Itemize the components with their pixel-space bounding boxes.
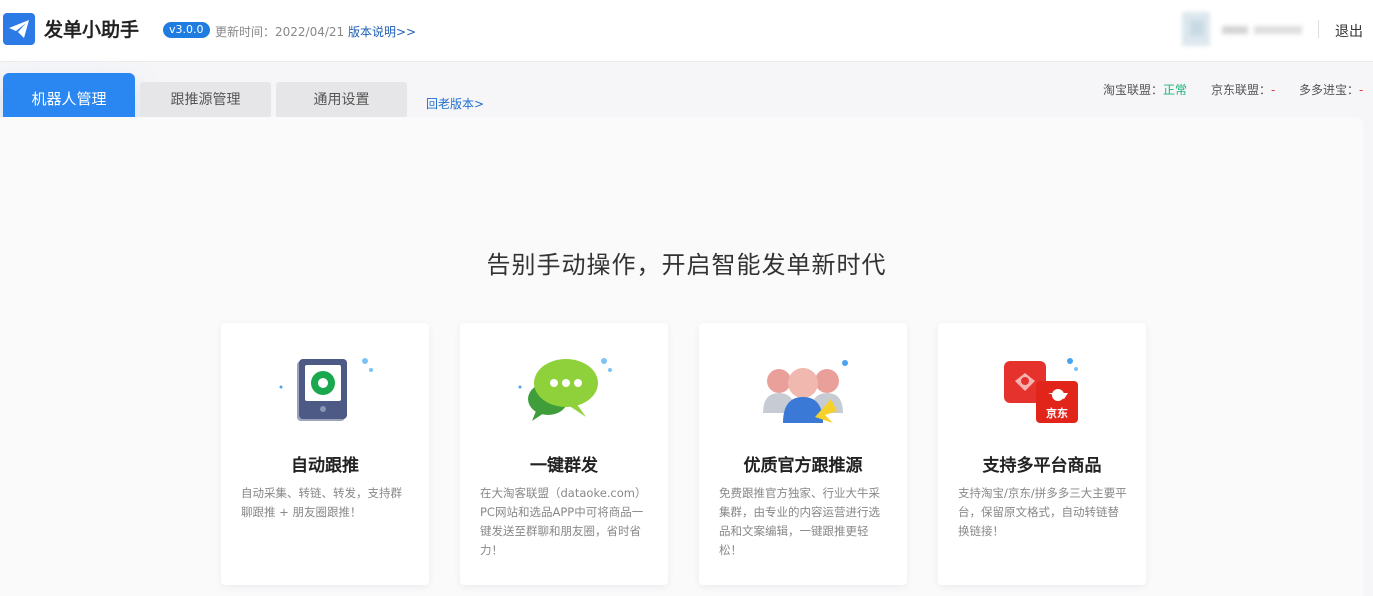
user-avatar[interactable] — [1182, 12, 1302, 46]
version-badge: v3.0.0 — [163, 22, 210, 38]
card-title: 支持多平台商品 — [982, 456, 1102, 476]
feature-card-mass-send: 一键群发 在大淘客联盟（dataoke.com）PC网站和选品APP中可将商品一… — [460, 323, 668, 585]
feature-card-auto-follow: 自动跟推 自动采集、转链、转发，支持群聊跟推 + 朋友圈跟推！ — [221, 323, 429, 585]
status-taobao: 淘宝联盟：正常 — [1103, 81, 1187, 98]
feature-card-official-source: 优质官方跟推源 免费跟推官方独家、行业大牛采集群，由专业的内容运营进行选品和文案… — [699, 323, 907, 585]
card-title: 自动跟推 — [291, 456, 359, 476]
tablet-camera-icon — [275, 353, 375, 425]
tab-general-settings[interactable]: 通用设置 — [276, 82, 407, 117]
header-divider — [1318, 20, 1319, 38]
main-panel — [0, 117, 1363, 596]
old-version-link[interactable]: 回老版本> — [426, 95, 484, 112]
svg-text:京东: 京东 — [1046, 406, 1068, 420]
slogan: 告别手动操作，开启智能发单新时代 — [486, 251, 887, 279]
status-pdd-label: 多多进宝： — [1299, 83, 1360, 97]
release-notes-link[interactable]: 版本说明>> — [348, 23, 416, 40]
status-jd-label: 京东联盟： — [1211, 83, 1272, 97]
card-title: 一键群发 — [530, 456, 598, 476]
update-time: 更新时间：2022/04/21 — [215, 25, 345, 39]
status-jd-value: - — [1271, 83, 1276, 97]
chat-bubbles-icon — [514, 353, 614, 425]
card-desc: 在大淘客联盟（dataoke.com）PC网站和选品APP中可将商品一键发送至群… — [480, 486, 647, 557]
card-desc: 免费跟推官方独家、行业大牛采集群，由专业的内容运营进行选品和文案编辑，一键跟推更… — [719, 486, 880, 557]
users-group-icon — [753, 353, 853, 425]
paper-plane-logo-icon — [3, 13, 35, 45]
feature-card-multi-platform: 京东 支持多平台商品 支持淘宝/京东/拼多多三大主要平台，保留原文格式，自动转链… — [938, 323, 1146, 585]
status-pdd: 多多进宝：- — [1299, 81, 1363, 98]
tab-source-management[interactable]: 跟推源管理 — [140, 82, 271, 117]
status-jd: 京东联盟：- — [1211, 81, 1275, 98]
card-desc: 支持淘宝/京东/拼多多三大主要平台，保留原文格式，自动转链替换链接！ — [958, 486, 1127, 538]
card-desc: 自动采集、转链、转发，支持群聊跟推 + 朋友圈跟推！ — [241, 486, 402, 519]
logout-button[interactable]: 退出 — [1335, 21, 1363, 41]
app-title: 发单小助手 — [44, 19, 140, 41]
taobao-jd-icon: 京东 — [992, 353, 1092, 425]
card-title: 优质官方跟推源 — [743, 456, 863, 476]
status-taobao-value: 正常 — [1163, 83, 1188, 97]
top-header: 发单小助手 v3.0.0 更新时间：2022/04/21 版本说明>> 退出 — [0, 0, 1373, 62]
tab-robot-management[interactable]: 机器人管理 — [3, 73, 135, 117]
status-taobao-label: 淘宝联盟： — [1103, 83, 1164, 97]
status-pdd-value: - — [1359, 83, 1364, 97]
